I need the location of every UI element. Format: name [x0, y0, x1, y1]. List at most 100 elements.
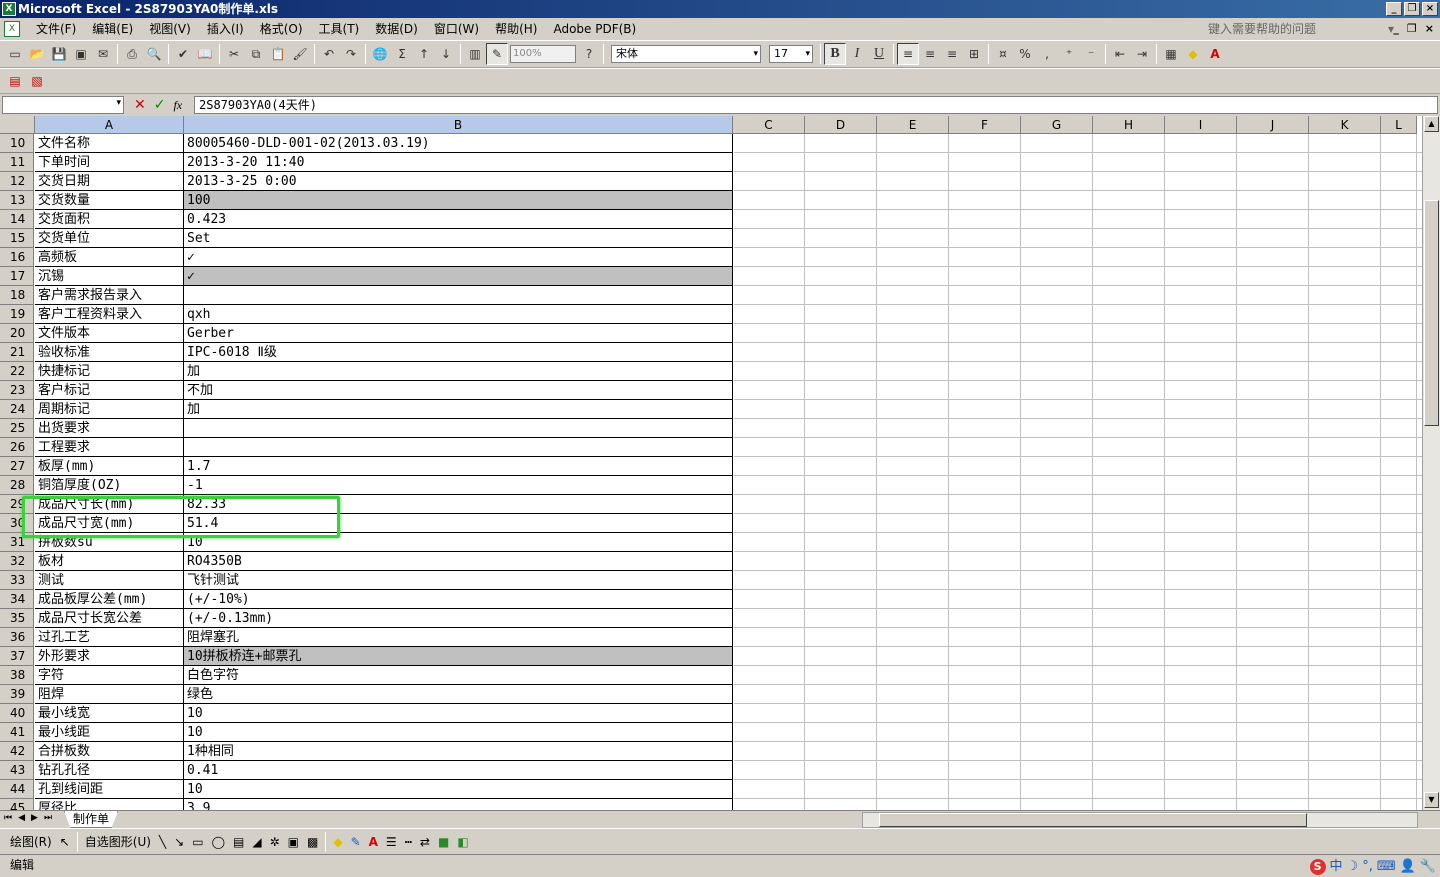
scroll-up-icon[interactable]: ▲: [1424, 116, 1439, 132]
help-question-input[interactable]: 键入需要帮助的问题 ▾: [1208, 20, 1394, 38]
fill-color-icon[interactable]: ◆: [329, 835, 346, 849]
cell-b[interactable]: 10: [184, 780, 733, 799]
font-color-icon[interactable]: A: [1204, 43, 1226, 65]
oval-icon[interactable]: ◯: [208, 835, 229, 849]
cell-b[interactable]: 阻焊塞孔: [184, 628, 733, 647]
cell-b[interactable]: 1种相同: [184, 742, 733, 761]
font-size-select[interactable]: 17 ▾: [769, 45, 813, 63]
user-icon[interactable]: 👤: [1400, 857, 1416, 877]
cell-a[interactable]: 孔到线间距: [35, 780, 184, 799]
bold-button[interactable]: B: [824, 43, 846, 65]
column-header-d[interactable]: D: [805, 116, 877, 134]
cell-a[interactable]: 阻焊: [35, 685, 184, 704]
cell-a[interactable]: 最小线宽: [35, 704, 184, 723]
cell-a[interactable]: 周期标记: [35, 400, 184, 419]
cell-a[interactable]: 钻孔孔径: [35, 761, 184, 780]
draw-menu-button[interactable]: 绘图(R): [6, 833, 56, 850]
row-header[interactable]: 17: [0, 267, 34, 286]
help-icon[interactable]: ?: [578, 43, 600, 65]
row-header[interactable]: 25: [0, 419, 34, 438]
menu-data[interactable]: 数据(D): [367, 18, 426, 40]
enter-icon[interactable]: ✓: [154, 97, 166, 113]
dash-style-icon[interactable]: ┅: [401, 835, 416, 849]
align-left-icon[interactable]: ≡: [897, 43, 919, 65]
row-header[interactable]: 22: [0, 362, 34, 381]
arrow-style-icon[interactable]: ⇄: [416, 835, 434, 849]
cell-a[interactable]: 外形要求: [35, 647, 184, 666]
row-header[interactable]: 20: [0, 324, 34, 343]
column-header-i[interactable]: I: [1165, 116, 1237, 134]
autosum-icon[interactable]: Σ: [391, 43, 413, 65]
menu-tools[interactable]: 工具(T): [311, 18, 368, 40]
row-header[interactable]: 13: [0, 191, 34, 210]
restore-button[interactable]: ❐: [1404, 2, 1420, 16]
line-icon[interactable]: ╲: [155, 835, 170, 849]
column-header-e[interactable]: E: [877, 116, 949, 134]
comma-button[interactable]: ,: [1036, 43, 1058, 65]
cell-a[interactable]: 交货面积: [35, 210, 184, 229]
column-header-c[interactable]: C: [733, 116, 805, 134]
cell-a[interactable]: 出货要求: [35, 419, 184, 438]
font-color-icon[interactable]: A: [365, 835, 382, 849]
decrease-decimal-icon[interactable]: ⁻: [1080, 43, 1102, 65]
prev-sheet-icon[interactable]: ◀: [18, 813, 25, 823]
cell-b[interactable]: Gerber: [184, 324, 733, 343]
cell-a[interactable]: 高频板: [35, 248, 184, 267]
menu-file[interactable]: 文件(F): [28, 18, 84, 40]
column-header-b[interactable]: B: [184, 116, 733, 134]
menu-adobe-pdf[interactable]: Adobe PDF(B): [545, 18, 644, 40]
cell-a[interactable]: 文件名称: [35, 134, 184, 153]
cell-b[interactable]: 100: [184, 191, 733, 210]
italic-button[interactable]: I: [846, 43, 868, 65]
diagram-icon[interactable]: ✲: [266, 835, 284, 849]
row-header[interactable]: 16: [0, 248, 34, 267]
row-header[interactable]: 40: [0, 704, 34, 723]
menu-help[interactable]: 帮助(H): [487, 18, 545, 40]
align-center-icon[interactable]: ≡: [919, 43, 941, 65]
cell-a[interactable]: 合拼板数: [35, 742, 184, 761]
cell-b[interactable]: IPC-6018 Ⅱ级: [184, 343, 733, 362]
row-header[interactable]: 18: [0, 286, 34, 305]
convert-and-email-pdf-icon[interactable]: ▧: [26, 70, 48, 92]
cell-b[interactable]: 2013-3-20 11:40: [184, 153, 733, 172]
chevron-down-icon[interactable]: ▾: [116, 98, 121, 108]
currency-icon[interactable]: ¤: [992, 43, 1014, 65]
cell-a[interactable]: 验收标准: [35, 343, 184, 362]
cell-a[interactable]: 客户标记: [35, 381, 184, 400]
cell-b[interactable]: 飞针测试: [184, 571, 733, 590]
cell-a[interactable]: 交货单位: [35, 229, 184, 248]
fill-color-icon[interactable]: ◆: [1182, 43, 1204, 65]
cell-b[interactable]: -1: [184, 476, 733, 495]
sort-descending-icon[interactable]: ↓: [435, 43, 457, 65]
cell-b[interactable]: 0.423: [184, 210, 733, 229]
copy-icon[interactable]: ⧉: [245, 43, 267, 65]
keyboard-icon[interactable]: ⌨: [1377, 857, 1396, 877]
spelling-icon[interactable]: ✔: [172, 43, 194, 65]
cell-b[interactable]: [184, 419, 733, 438]
cell-a[interactable]: 字符: [35, 666, 184, 685]
sort-ascending-icon[interactable]: ↑: [413, 43, 435, 65]
cell-b[interactable]: 10: [184, 704, 733, 723]
research-icon[interactable]: 📖: [194, 43, 216, 65]
new-icon[interactable]: ▭: [4, 43, 26, 65]
doc-restore-button[interactable]: ❐: [1407, 22, 1417, 35]
row-header[interactable]: 39: [0, 685, 34, 704]
row-header[interactable]: 38: [0, 666, 34, 685]
name-box[interactable]: ▾: [2, 96, 124, 114]
format-painter-icon[interactable]: 🖌: [289, 43, 311, 65]
cell-b[interactable]: [184, 438, 733, 457]
cell-a[interactable]: 铜箔厚度(OZ): [35, 476, 184, 495]
paste-icon[interactable]: 📋: [267, 43, 289, 65]
cell-a[interactable]: 最小线距: [35, 723, 184, 742]
row-header[interactable]: 11: [0, 153, 34, 172]
cell-a[interactable]: 成品板厚公差(mm): [35, 590, 184, 609]
text-box-icon[interactable]: ▤: [229, 835, 248, 849]
cell-a[interactable]: 文件版本: [35, 324, 184, 343]
wordart-icon[interactable]: ◢: [248, 835, 265, 849]
cell-a[interactable]: 工程要求: [35, 438, 184, 457]
horizontal-scroll-thumb[interactable]: [879, 813, 1307, 827]
sogou-logo-icon[interactable]: S: [1309, 859, 1326, 875]
row-header[interactable]: 32: [0, 552, 34, 571]
horizontal-scrollbar[interactable]: [862, 812, 1418, 828]
print-preview-icon[interactable]: 🔍: [143, 43, 165, 65]
